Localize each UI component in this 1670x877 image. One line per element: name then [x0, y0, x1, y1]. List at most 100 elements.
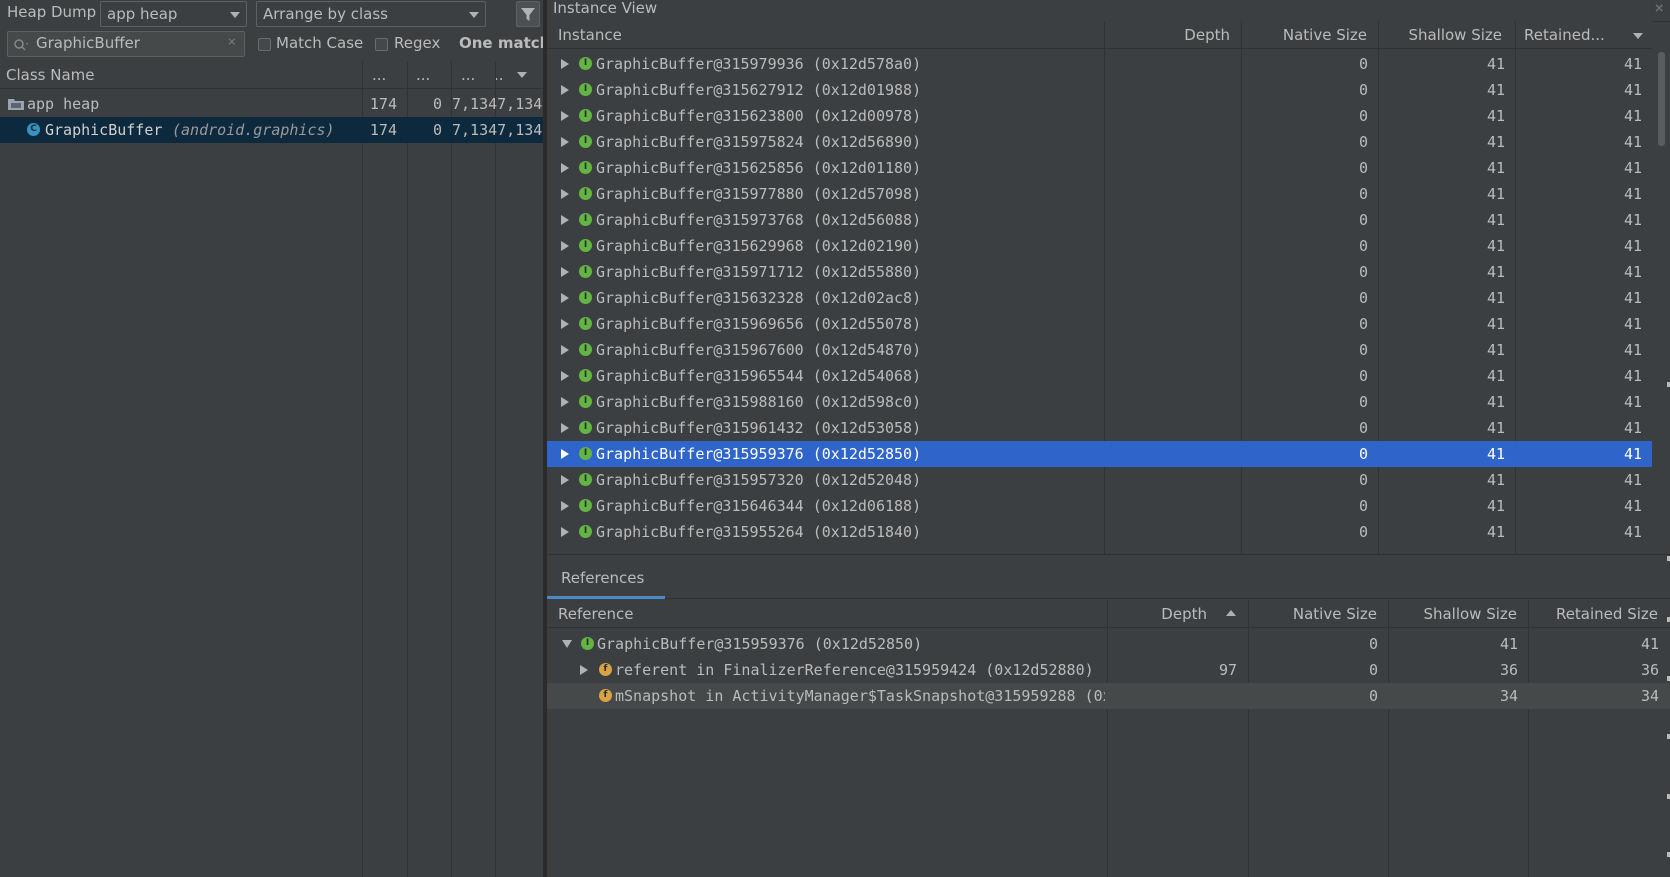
instance-row[interactable]: I GraphicBuffer@315965544 (0x12d54068) 0 41…: [547, 363, 1652, 389]
expand-arrow-icon[interactable]: [561, 293, 569, 303]
instance-name: GraphicBuffer@315979936 (0x12d578a0): [596, 55, 922, 73]
instance-row[interactable]: I GraphicBuffer@315961432 (0x12d53058) 0 41…: [547, 415, 1652, 441]
col-shallow-size[interactable]: Shallow Size: [1387, 600, 1517, 628]
filter-button[interactable]: [516, 1, 540, 27]
class-package: (android.graphics): [172, 121, 335, 139]
instance-row[interactable]: I GraphicBuffer@315646344 (0x12d06188) 0 41…: [547, 493, 1652, 519]
expand-arrow-icon[interactable]: [561, 215, 569, 225]
instance-row[interactable]: I GraphicBuffer@315625856 (0x12d01180) 0 41…: [547, 155, 1652, 181]
expand-arrow-icon[interactable]: [561, 345, 569, 355]
expand-arrow-icon[interactable]: [561, 423, 569, 433]
class-row-graphicbuffer[interactable]: C GraphicBuffer (android.graphics) 174 0…: [0, 117, 543, 143]
match-case-checkbox[interactable]: [258, 38, 271, 51]
expand-arrow-icon[interactable]: [561, 59, 569, 69]
instance-icon: I: [579, 499, 592, 512]
col-native-size[interactable]: ...: [416, 61, 430, 89]
shallow-size-value: 41: [1486, 81, 1505, 99]
instance-icon: I: [579, 317, 592, 330]
instance-icon: I: [579, 109, 592, 122]
col-instance[interactable]: Instance: [558, 21, 622, 49]
instance-row[interactable]: I GraphicBuffer@315975824 (0x12d56890) 0 41…: [547, 129, 1652, 155]
class-table-header: Class Name ... ... ... ..: [0, 61, 543, 89]
native-size-value: 0: [1358, 341, 1368, 359]
expand-arrow-icon[interactable]: [561, 501, 569, 511]
col-native-size[interactable]: Native Size: [1247, 600, 1377, 628]
instance-icon: I: [579, 447, 592, 460]
instance-name: GraphicBuffer@315977880 (0x12d57098): [596, 185, 922, 203]
instance-name: GraphicBuffer@315973768 (0x12d56088): [596, 211, 922, 229]
native-size-value: 0: [432, 121, 442, 139]
expand-arrow-icon[interactable]: [561, 267, 569, 277]
expand-arrow-icon[interactable]: [561, 137, 569, 147]
col-shallow-size[interactable]: Shallow Size: [1379, 21, 1502, 49]
shallow-size-value: 41: [1486, 315, 1505, 333]
close-icon[interactable]: ×: [1654, 0, 1664, 17]
expand-arrow-icon[interactable]: [561, 111, 569, 121]
expand-arrow-icon[interactable]: [561, 475, 569, 485]
reference-row[interactable]: f referent in FinalizerReference@3159594…: [547, 657, 1670, 683]
retained-size-value: 41: [1623, 159, 1642, 177]
heap-select[interactable]: app heap: [100, 1, 247, 27]
instance-row[interactable]: I GraphicBuffer@315969656 (0x12d55078) 0 41…: [547, 311, 1652, 337]
shallow-size-value: 41: [1486, 263, 1505, 281]
instance-scrollbar-thumb[interactable]: [1658, 52, 1665, 146]
col-depth[interactable]: Depth: [1100, 21, 1230, 49]
collapse-arrow-icon[interactable]: [562, 640, 572, 648]
instance-row[interactable]: I GraphicBuffer@315967600 (0x12d54870) 0 41…: [547, 337, 1652, 363]
column-divider: [407, 61, 408, 877]
instance-row[interactable]: I GraphicBuffer@315977880 (0x12d57098) 0 41…: [547, 181, 1652, 207]
expand-arrow-icon[interactable]: [561, 371, 569, 381]
instance-icon: I: [579, 213, 592, 226]
expand-arrow-icon[interactable]: [561, 397, 569, 407]
search-icon: [14, 39, 28, 51]
native-size-value: 0: [1358, 237, 1368, 255]
col-retained-size[interactable]: Retained Size: [1527, 600, 1658, 628]
reference-row[interactable]: f mSnapshot in ActivityManager$TaskSnaps…: [547, 683, 1670, 709]
instance-row[interactable]: I GraphicBuffer@315632328 (0x12d02ac8) 0 41…: [547, 285, 1652, 311]
instance-row[interactable]: I GraphicBuffer@315629968 (0x12d02190) 0 41…: [547, 233, 1652, 259]
instance-row[interactable]: I GraphicBuffer@315979936 (0x12d578a0) 0 41…: [547, 51, 1652, 77]
column-divider: [362, 61, 363, 877]
class-row-app-heap[interactable]: app heap 174 0 7,1347,134: [0, 91, 543, 117]
native-size-value: 0: [1368, 635, 1378, 653]
regex-checkbox[interactable]: [375, 38, 388, 51]
col-shallow-size[interactable]: ...: [461, 61, 475, 89]
instance-name: GraphicBuffer@315632328 (0x12d02ac8): [596, 289, 922, 307]
expand-arrow-icon[interactable]: [561, 85, 569, 95]
expand-arrow-icon[interactable]: [580, 665, 588, 675]
expand-arrow-icon[interactable]: [561, 319, 569, 329]
native-size-value: 0: [1358, 393, 1368, 411]
tab-references[interactable]: References: [561, 569, 644, 587]
col-retained-size[interactable]: Retained...: [1524, 21, 1605, 49]
instance-row[interactable]: I GraphicBuffer@315957320 (0x12d52048) 0 41…: [547, 467, 1652, 493]
clear-icon[interactable]: ×: [228, 34, 236, 50]
instance-row[interactable]: I GraphicBuffer@315971712 (0x12d55880) 0 41…: [547, 259, 1652, 285]
instance-row[interactable]: I GraphicBuffer@315627912 (0x12d01988) 0 41…: [547, 77, 1652, 103]
shallow-size-value: 41: [1486, 497, 1505, 515]
shallow-size-value: 41: [1486, 55, 1505, 73]
retained-size-value: 41: [1623, 237, 1642, 255]
col-allocations[interactable]: ...: [372, 61, 386, 89]
native-size-value: 0: [1358, 497, 1368, 515]
instance-icon: I: [579, 525, 592, 538]
instance-row[interactable]: I GraphicBuffer@315955264 (0x12d51840) 0 41…: [547, 519, 1652, 545]
col-native-size[interactable]: Native Size: [1242, 21, 1367, 49]
arrange-select[interactable]: Arrange by class: [256, 1, 486, 27]
retained-size-value: 41: [1623, 523, 1642, 541]
instance-icon: I: [579, 343, 592, 356]
col-reference[interactable]: Reference: [558, 600, 634, 628]
expand-arrow-icon[interactable]: [561, 527, 569, 537]
expand-arrow-icon[interactable]: [561, 189, 569, 199]
reference-row[interactable]: I GraphicBuffer@315959376 (0x12d52850) 0…: [547, 631, 1670, 657]
expand-arrow-icon[interactable]: [561, 449, 569, 459]
instance-row[interactable]: I GraphicBuffer@315959376 (0x12d52850) 0 41…: [547, 441, 1652, 467]
col-depth[interactable]: Depth: [1107, 600, 1207, 628]
instance-row[interactable]: I GraphicBuffer@315973768 (0x12d56088) 0 41…: [547, 207, 1652, 233]
col-class-name[interactable]: Class Name: [6, 61, 94, 89]
search-input[interactable]: GraphicBuffer ×: [7, 31, 245, 57]
expand-arrow-icon[interactable]: [561, 241, 569, 251]
chevron-down-icon: [230, 12, 240, 18]
instance-row[interactable]: I GraphicBuffer@315988160 (0x12d598c0) 0 41…: [547, 389, 1652, 415]
instance-row[interactable]: I GraphicBuffer@315623800 (0x12d00978) 0 41…: [547, 103, 1652, 129]
expand-arrow-icon[interactable]: [561, 163, 569, 173]
